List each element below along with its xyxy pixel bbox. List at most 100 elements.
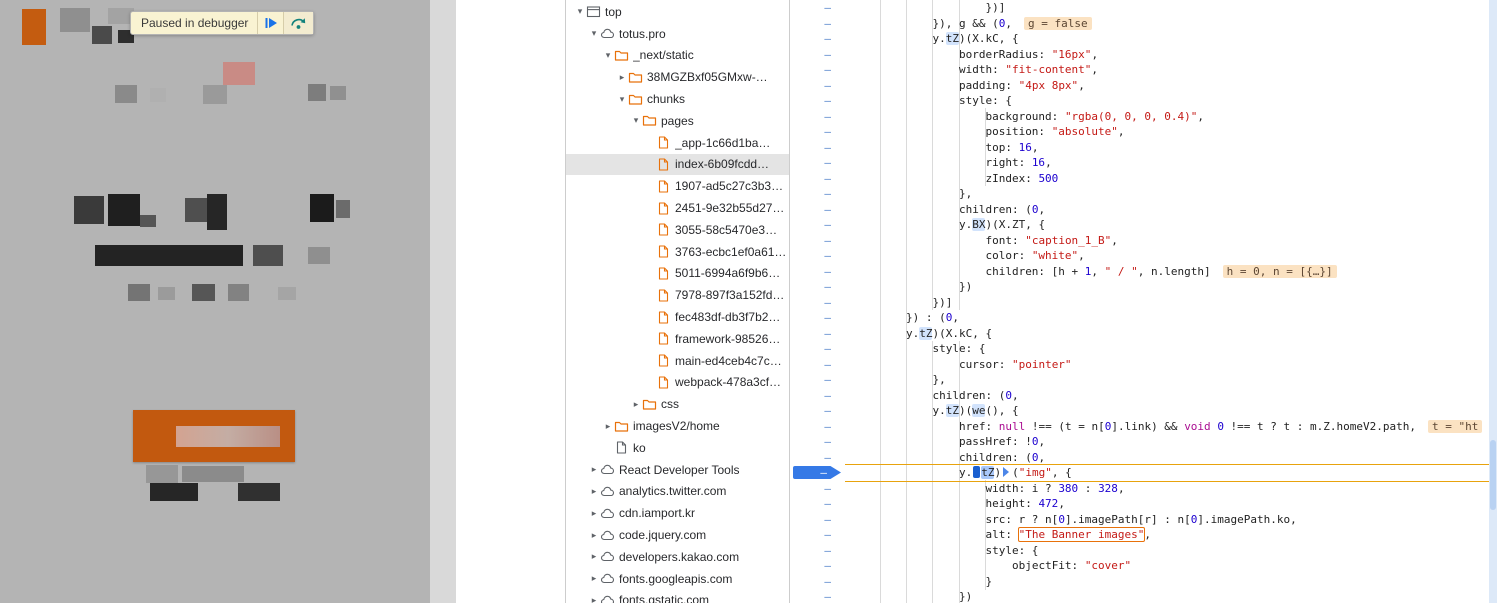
tree-item-developers-kakao-com[interactable]: ▸developers.kakao.com [566, 546, 789, 568]
tree-item-css[interactable]: ▸css [566, 393, 789, 415]
gutter-line[interactable]: – [790, 171, 845, 187]
disclosure-expanded-icon[interactable]: ▾ [616, 94, 628, 105]
gutter-line[interactable]: – [790, 341, 845, 357]
gutter-line[interactable]: – [790, 295, 845, 311]
tree-item-main-ed4ceb4c7c[interactable]: main-ed4ceb4c7c… [566, 350, 789, 372]
gutter-line[interactable]: – [790, 140, 845, 156]
gutter-line[interactable]: – [790, 248, 845, 264]
code-line[interactable]: borderRadius: "16px", [845, 47, 1489, 63]
tree-item-fonts-gstatic-com[interactable]: ▸fonts.gstatic.com [566, 590, 789, 603]
code-line[interactable]: style: { [845, 93, 1489, 109]
code-line[interactable]: children: (0, [845, 202, 1489, 218]
tree-item-5011-6994a6f9b6[interactable]: 5011-6994a6f9b6… [566, 263, 789, 285]
resume-script-button[interactable] [257, 12, 283, 34]
tree-item-code-jquery-com[interactable]: ▸code.jquery.com [566, 524, 789, 546]
code-line[interactable]: padding: "4px 8px", [845, 78, 1489, 94]
tree-item-totus-pro[interactable]: ▾totus.pro [566, 23, 789, 45]
tree-item-top[interactable]: ▾top [566, 1, 789, 23]
code-line[interactable]: } [845, 574, 1489, 590]
gutter-line[interactable]: – [790, 310, 845, 326]
code-line[interactable]: }), g && (0,g = false [845, 16, 1489, 32]
code-line[interactable]: font: "caption_1_B", [845, 233, 1489, 249]
gutter-line[interactable]: – [790, 0, 845, 16]
gutter-line[interactable]: – [790, 589, 845, 603]
gutter-line[interactable]: – [790, 357, 845, 373]
tree-item-3055-58c5470e3[interactable]: 3055-58c5470e3… [566, 219, 789, 241]
code-line[interactable]: }) [845, 279, 1489, 295]
tree-item-ko[interactable]: ko [566, 437, 789, 459]
gutter-line[interactable]: – [790, 62, 845, 78]
disclosure-collapsed-icon[interactable]: ▸ [616, 72, 628, 83]
disclosure-collapsed-icon[interactable]: ▸ [602, 421, 614, 432]
tree-item-react-developer-tools[interactable]: ▸React Developer Tools [566, 459, 789, 481]
tree-item-7978-897f3a152fd[interactable]: 7978-897f3a152fd… [566, 284, 789, 306]
code-line[interactable]: objectFit: "cover" [845, 558, 1489, 574]
disclosure-collapsed-icon[interactable]: ▸ [588, 464, 600, 475]
tree-item-2451-9e32b55d27[interactable]: 2451-9e32b55d27… [566, 197, 789, 219]
code-line[interactable]: src: r ? n[0].imagePath[r] : n[0].imageP… [845, 512, 1489, 528]
code-line[interactable]: y.tZ)(we(), { [845, 403, 1489, 419]
gutter-line[interactable]: – [790, 543, 845, 559]
code-line[interactable]: cursor: "pointer" [845, 357, 1489, 373]
step-over-button[interactable] [283, 12, 313, 34]
code-line[interactable]: y.tZ)(X.kC, { [845, 31, 1489, 47]
tree-item-3763-ecbc1ef0a61[interactable]: 3763-ecbc1ef0a61… [566, 241, 789, 263]
tree-item-chunks[interactable]: ▾chunks [566, 88, 789, 110]
tree-item-pages[interactable]: ▾pages [566, 110, 789, 132]
tree-item-fec483df-db3f7b2[interactable]: fec483df-db3f7b2… [566, 306, 789, 328]
disclosure-collapsed-icon[interactable]: ▸ [588, 508, 600, 519]
code-line[interactable]: alt: "The Banner images", [845, 527, 1489, 543]
disclosure-collapsed-icon[interactable]: ▸ [630, 399, 642, 410]
code-line[interactable]: width: i ? 380 : 328, [845, 481, 1489, 497]
tree-item-38mgzbxf05gmxw[interactable]: ▸38MGZBxf05GMxw-… [566, 66, 789, 88]
code-line[interactable]: children: (0, [845, 388, 1489, 404]
tree-item-app-1c66d1ba[interactable]: _app-1c66d1ba… [566, 132, 789, 154]
code-line[interactable]: height: 472, [845, 496, 1489, 512]
gutter-line[interactable]: – [790, 233, 845, 249]
tree-item-index-6b09fcdd[interactable]: index-6b09fcdd… [566, 154, 789, 176]
code-line[interactable]: passHref: !0, [845, 434, 1489, 450]
code-line[interactable]: })] [845, 0, 1489, 16]
tree-item-analytics-twitter-com[interactable]: ▸analytics.twitter.com [566, 481, 789, 503]
gutter-line[interactable]: – [790, 124, 845, 140]
code-line[interactable]: background: "rgba(0, 0, 0, 0.4)", [845, 109, 1489, 125]
code-line[interactable]: }, [845, 372, 1489, 388]
code-line[interactable]: top: 16, [845, 140, 1489, 156]
tree-item-framework-98526[interactable]: framework-98526… [566, 328, 789, 350]
gutter-line[interactable]: – [790, 527, 845, 543]
editor-scrollbar[interactable] [1489, 0, 1497, 603]
code-line[interactable]: }) : (0, [845, 310, 1489, 326]
tree-item-cdn-iamport-kr[interactable]: ▸cdn.iamport.kr [566, 502, 789, 524]
disclosure-expanded-icon[interactable]: ▾ [630, 115, 642, 126]
page-scrollbar[interactable] [430, 0, 456, 603]
gutter-line[interactable]: – [790, 388, 845, 404]
gutter-line[interactable]: – [790, 109, 845, 125]
gutter-line[interactable]: – [790, 372, 845, 388]
gutter-line[interactable]: – [790, 16, 845, 32]
code-line[interactable]: position: "absolute", [845, 124, 1489, 140]
gutter-line[interactable]: – [790, 217, 845, 233]
code-line[interactable]: children: (0, [845, 450, 1489, 466]
code-line[interactable]: y.BX)(X.ZT, { [845, 217, 1489, 233]
disclosure-collapsed-icon[interactable]: ▸ [588, 551, 600, 562]
gutter-line[interactable]: – [790, 31, 845, 47]
disclosure-expanded-icon[interactable]: ▾ [602, 50, 614, 61]
gutter-line[interactable]: – [790, 93, 845, 109]
disclosure-collapsed-icon[interactable]: ▸ [588, 486, 600, 497]
disclosure-expanded-icon[interactable]: ▾ [588, 28, 600, 39]
gutter-line[interactable]: – [790, 512, 845, 528]
disclosure-collapsed-icon[interactable]: ▸ [588, 595, 600, 603]
code-line[interactable]: color: "white", [845, 248, 1489, 264]
gutter-line[interactable]: – [790, 47, 845, 63]
code-line[interactable]: y.tZ)("img", { [845, 465, 1489, 481]
code-line[interactable]: children: [h + 1, " / ", n.length]h = 0,… [845, 264, 1489, 280]
gutter-line[interactable]: – [790, 326, 845, 342]
gutter-line[interactable]: – [790, 496, 845, 512]
tree-item-webpack-478a3cf[interactable]: webpack-478a3cf… [566, 372, 789, 394]
disclosure-collapsed-icon[interactable]: ▸ [588, 573, 600, 584]
gutter-line[interactable]: – [790, 434, 845, 450]
gutter-line[interactable]: – [790, 279, 845, 295]
tree-item-next-static[interactable]: ▾_next/static [566, 45, 789, 67]
gutter-line[interactable]: – [790, 481, 845, 497]
code-line[interactable]: })] [845, 295, 1489, 311]
